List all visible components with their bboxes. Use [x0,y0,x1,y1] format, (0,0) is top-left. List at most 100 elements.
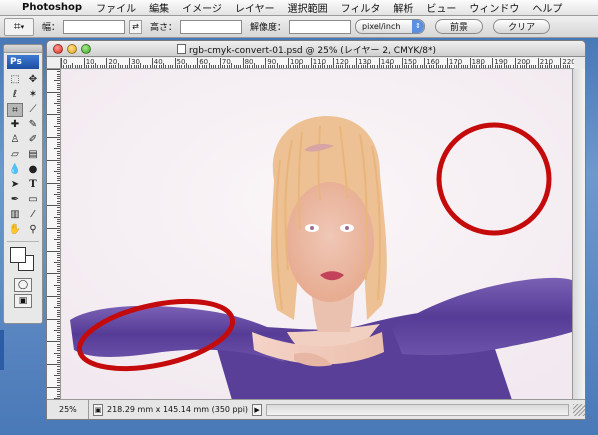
zoom-window-icon[interactable] [81,43,91,54]
ruler-tick [57,139,60,141]
ruler-origin[interactable] [47,58,61,69]
shape-tool-icon[interactable]: ▭ [25,193,41,207]
ruler-tick [564,65,566,68]
zoom-level[interactable]: 25% [47,400,89,419]
blur-tool-icon[interactable]: 💧 [7,163,23,177]
ruler-tick [63,65,65,68]
ruler-tick [165,65,167,68]
quick-mask-icon[interactable]: ◯ [14,278,32,292]
photoshop-logo[interactable]: Ps [7,55,39,69]
ruler-tick [81,65,83,68]
lasso-tool-icon[interactable]: ℓ [7,88,23,102]
height-label: 高さ： [150,23,178,33]
ruler-tick [349,65,351,68]
color-swatches [7,245,39,275]
ruler-tick [362,65,364,68]
ruler-tick [57,143,60,145]
magic-wand-tool-icon[interactable]: ✶ [25,88,41,102]
ruler-tick [47,114,60,116]
minimize-icon[interactable] [67,43,77,54]
notes-tool-icon[interactable]: ▥ [7,208,23,222]
swap-dimensions-icon[interactable]: ⇄ [129,19,143,34]
menu-file[interactable]: ファイル [96,0,136,15]
eyedropper-tool-icon[interactable]: ⁄ [25,208,41,222]
gradient-tool-icon[interactable]: ▤ [25,148,41,162]
foreground-color-swatch[interactable] [10,247,26,263]
pen-tool-icon[interactable]: ✒ [7,193,23,207]
tool-preset-picker[interactable]: ⌗ ▾ [4,17,34,36]
menu-view[interactable]: ビュー [426,0,456,15]
ruler-tick [344,63,346,68]
menu-image[interactable]: イメージ [182,0,222,15]
ruler-tick [294,65,296,68]
ruler-tick [57,282,60,284]
horizontal-ruler[interactable]: 0 10 20 30 40 50 60 70 80 90 100 110 120 130 140 150 160… [61,58,574,69]
clone-stamp-tool-icon[interactable]: ♙ [7,133,23,147]
menu-layer[interactable]: レイヤー [235,0,275,15]
menu-edit[interactable]: 編集 [149,0,169,15]
move-tool-icon[interactable]: ✥ [25,73,41,87]
menu-window[interactable]: ウィンドウ [469,0,519,15]
ruler-tick [57,168,60,170]
ruler-tick [57,327,60,329]
ruler-tick [57,123,60,125]
clear-button[interactable]: クリア [493,19,551,34]
ruler-tick [496,65,498,68]
ruler-tick [57,162,60,164]
ruler-tick [57,266,60,268]
ruler-tick [57,214,60,216]
ruler-tick [160,65,162,68]
resize-grip-icon[interactable] [573,403,585,416]
ruler-tick [399,65,401,68]
ruler-tick [47,182,60,184]
resolution-unit-select[interactable]: pixel/inch ⇕ [355,19,426,34]
healing-brush-tool-icon[interactable]: ✚ [7,118,23,132]
history-brush-tool-icon[interactable]: ✐ [25,133,41,147]
ruler-tick [57,334,60,336]
document-titlebar[interactable]: rgb-cmyk-convert-01.psd @ 25% (レイヤー 2, C… [47,41,585,57]
ruler-tick [57,89,60,91]
ruler-tick [192,65,194,68]
path-selection-tool-icon[interactable]: ➤ [7,178,23,192]
ruler-tick [57,232,60,234]
horizontal-scrollbar[interactable] [266,403,569,416]
brush-tool-icon[interactable]: ✎ [25,118,41,132]
ruler-tick [57,107,60,109]
eraser-tool-icon[interactable]: ▱ [7,148,23,162]
app-menu[interactable]: Photoshop [22,2,82,13]
menu-analysis[interactable]: 解析 [393,0,413,15]
ruler-tick [301,65,303,68]
status-menu-icon[interactable]: ▣ [93,403,103,416]
close-icon[interactable] [53,43,63,54]
width-field[interactable] [63,19,126,34]
menu-filter[interactable]: フィルタ [341,0,381,15]
type-tool-icon[interactable]: T [25,178,41,192]
ruler-tick [54,148,60,150]
ruler-tick [480,63,482,68]
zoom-tool-icon[interactable]: ⚲ [25,223,41,237]
ruler-tick [206,65,208,68]
dodge-tool-icon[interactable]: ● [25,163,41,177]
ruler-tick [65,65,67,68]
ruler-tick [183,65,185,68]
ruler-tick [297,65,299,68]
status-arrow-icon[interactable]: ▶ [252,403,263,416]
menu-select[interactable]: 選択範囲 [288,0,328,15]
slice-tool-icon[interactable]: ⟋ [25,103,41,117]
ruler-tick [124,65,126,68]
ruler-tick [54,352,60,354]
crop-tool-icon[interactable]: ⌗ [7,103,23,117]
hand-tool-icon[interactable]: ✋ [7,223,23,237]
screen-mode-icon[interactable]: ▣ [14,294,32,308]
front-image-button[interactable]: 前景 [435,19,484,34]
vertical-scrollbar[interactable] [572,69,585,399]
image-canvas[interactable] [62,70,573,400]
ruler-tick [467,65,469,68]
vertical-ruler[interactable] [47,69,61,399]
tools-palette-titlebar[interactable] [4,45,42,53]
resolution-field[interactable] [289,19,352,34]
menu-help[interactable]: ヘルプ [532,0,562,15]
height-field[interactable] [180,19,243,34]
marquee-tool-icon[interactable]: ⬚ [7,73,23,87]
ruler-tick [57,196,60,198]
